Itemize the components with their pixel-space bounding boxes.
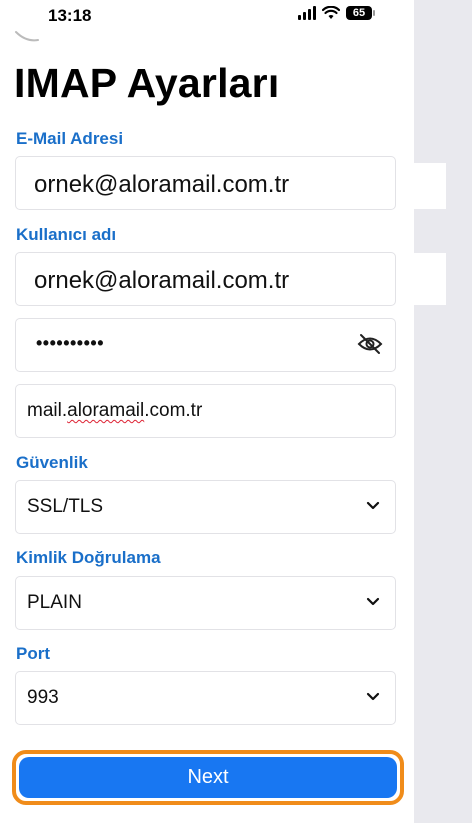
auth-label: Kimlik Doğrulama (16, 548, 161, 567)
password-field[interactable]: •••••••••• (15, 318, 396, 372)
chevron-left-icon[interactable] (12, 30, 40, 42)
username-label: Kullanıcı adı (16, 225, 117, 244)
status-icons: 65 (298, 6, 375, 20)
email-label: E-Mail Adresi (16, 129, 124, 148)
chevron-down-icon (366, 597, 380, 606)
eye-slash-icon[interactable] (357, 333, 383, 355)
auth-select[interactable]: PLAIN (15, 576, 396, 630)
server-value: mail.aloramail.com.tr (27, 400, 203, 421)
signal-icon (298, 6, 316, 20)
chevron-down-icon (366, 501, 380, 510)
auth-value: PLAIN (27, 592, 82, 613)
field-overflow (396, 163, 446, 209)
battery-icon: 65 (346, 6, 375, 20)
battery-level: 65 (352, 7, 366, 19)
status-bar: 13:18 65 (0, 0, 414, 34)
password-value: •••••••••• (36, 333, 105, 353)
page-title: IMAP Ayarları (14, 60, 280, 106)
spellcheck-word: aloramail (67, 400, 145, 421)
next-button-highlight: Next (12, 750, 404, 805)
username-field[interactable]: ornek@aloramail.com.tr (15, 252, 446, 306)
server-field[interactable]: mail.aloramail.com.tr (15, 384, 396, 438)
security-label: Güvenlik (16, 453, 88, 472)
port-value: 993 (27, 687, 59, 708)
port-label: Port (16, 644, 50, 663)
next-button[interactable]: Next (19, 757, 397, 798)
port-select[interactable]: 993 (15, 671, 396, 725)
username-value: ornek@aloramail.com.tr (34, 267, 290, 294)
field-overflow (396, 253, 446, 305)
wifi-icon (322, 6, 340, 19)
security-value: SSL/TLS (27, 496, 104, 517)
security-select[interactable]: SSL/TLS (15, 480, 396, 534)
status-time: 13:18 (48, 6, 92, 25)
email-value: ornek@aloramail.com.tr (34, 171, 290, 198)
imap-settings-screen: 13:18 65 IMAP Ayarları E-Mail Adresi orn… (0, 0, 446, 823)
chevron-down-icon (366, 692, 380, 701)
email-field[interactable]: ornek@aloramail.com.tr (15, 156, 446, 210)
